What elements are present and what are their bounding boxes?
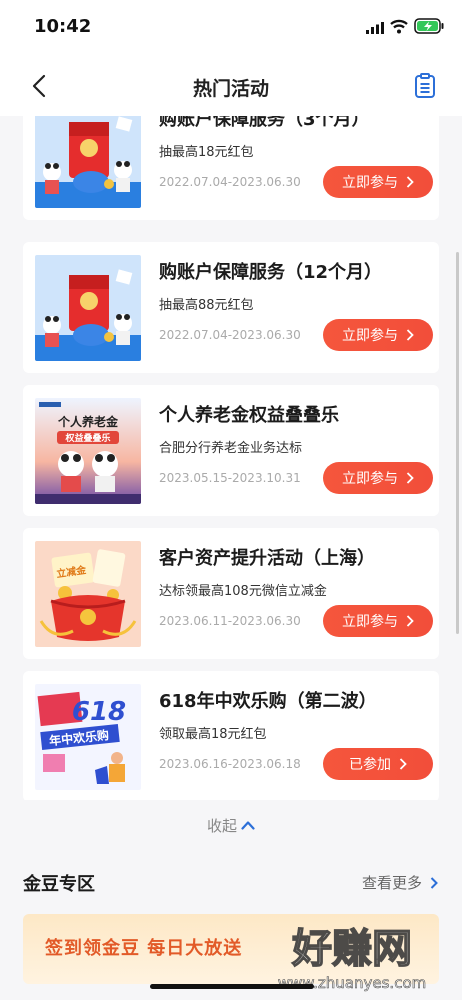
- chevron-right-icon: [406, 176, 414, 188]
- wifi-icon: [390, 19, 408, 34]
- activity-card[interactable]: 618 年中欢乐购 618年中欢乐购（第二波） 领取最高18元红包 2023.0…: [23, 671, 439, 800]
- battery-charging-icon: [414, 18, 444, 34]
- joined-button[interactable]: 已参加: [323, 748, 433, 780]
- home-indicator[interactable]: [150, 984, 314, 989]
- activity-date: 2022.07.04-2023.06.30: [159, 328, 301, 342]
- clipboard-list-icon[interactable]: [412, 73, 438, 99]
- chevron-right-icon: [399, 758, 407, 770]
- activity-date: 2022.07.04-2023.06.30: [159, 175, 301, 189]
- activity-title: 618年中欢乐购（第二波）: [159, 691, 377, 712]
- gold-bean-section-header: 金豆专区 查看更多: [0, 862, 462, 902]
- shopping-618-icon: 618 年中欢乐购: [35, 684, 141, 790]
- activity-subtitle: 达标领最高108元微信立减金: [159, 584, 327, 599]
- join-button-label: 立即参与: [342, 175, 398, 191]
- chevron-right-icon: [406, 329, 414, 341]
- chevron-right-icon: [406, 615, 414, 627]
- activity-card[interactable]: 立减金 客户资产提升活动（上海） 达标领最高108元微信立减金 2023.06.…: [23, 528, 439, 659]
- nav-bar: 热门活动: [0, 56, 462, 116]
- activity-title: 客户资产提升活动（上海）: [159, 548, 375, 569]
- join-button[interactable]: 立即参与: [323, 462, 433, 494]
- activity-list[interactable]: 购账户保障服务（3个月） 抽最高18元红包 2022.07.04-2023.06…: [0, 116, 462, 800]
- chevron-right-icon: [430, 876, 438, 889]
- activity-date: 2023.06.11-2023.06.30: [159, 614, 301, 628]
- activity-date: 2023.06.16-2023.06.18: [159, 757, 301, 771]
- activity-subtitle: 抽最高88元红包: [159, 298, 254, 313]
- activity-title: 个人养老金权益叠叠乐: [159, 405, 339, 426]
- signal-icon: [366, 22, 384, 34]
- activity-subtitle: 抽最高18元红包: [159, 145, 254, 160]
- collapse-toggle[interactable]: 收起: [0, 812, 462, 838]
- page-title: 热门活动: [192, 78, 269, 100]
- view-more-link[interactable]: 查看更多: [362, 872, 438, 893]
- activity-card[interactable]: 购账户保障服务（3个月） 抽最高18元红包 2022.07.04-2023.06…: [23, 116, 439, 220]
- activity-title: 购账户保障服务（12个月）: [159, 262, 383, 283]
- watermark-text: 好赚网: [291, 926, 412, 972]
- chevron-right-icon: [406, 472, 414, 484]
- red-packet-panda-icon: [35, 116, 141, 208]
- join-button[interactable]: 立即参与: [323, 319, 433, 351]
- activity-subtitle: 领取最高18元红包: [159, 727, 267, 742]
- view-more-label: 查看更多: [361, 874, 422, 892]
- banner-text: 签到领金豆 每日大放送: [45, 938, 243, 959]
- watermark-logo: 好赚网 www.zhuanyes.com: [277, 925, 427, 992]
- chevron-up-icon: [241, 821, 255, 830]
- collapse-label: 收起: [206, 816, 237, 835]
- red-packet-panda-icon: [35, 255, 141, 361]
- scrollbar[interactable]: [456, 252, 459, 634]
- thumb-title: 个人养老金: [57, 414, 119, 429]
- join-button[interactable]: 立即参与: [323, 605, 433, 637]
- section-title: 金豆专区: [23, 874, 95, 895]
- join-button[interactable]: 立即参与: [323, 166, 433, 198]
- activity-title: 购账户保障服务（3个月）: [159, 116, 370, 130]
- activity-card[interactable]: 个人养老金 权益叠叠乐 个人养老金权益叠叠乐 合肥分行养老金业务达标 2023.…: [23, 385, 439, 516]
- join-button-label: 立即参与: [342, 328, 398, 344]
- activity-subtitle: 合肥分行养老金业务达标: [159, 441, 303, 456]
- activity-date: 2023.05.15-2023.10.31: [159, 471, 301, 485]
- status-time: 10:42: [34, 16, 92, 37]
- join-button-label: 立即参与: [342, 471, 398, 487]
- thumb-618: 618: [72, 697, 126, 727]
- activity-card[interactable]: 购账户保障服务（12个月） 抽最高88元红包 2022.07.04-2023.0…: [23, 242, 439, 373]
- join-button-label: 立即参与: [342, 614, 398, 630]
- joined-button-label: 已参加: [349, 757, 391, 773]
- gift-box-icon: 立减金: [35, 541, 141, 647]
- status-bar: 10:42: [0, 0, 462, 56]
- watermark-url: www.zhuanyes.com: [278, 974, 427, 992]
- thumb-tag: 权益叠叠乐: [64, 432, 110, 444]
- pension-panda-icon: 个人养老金 权益叠叠乐: [35, 398, 141, 504]
